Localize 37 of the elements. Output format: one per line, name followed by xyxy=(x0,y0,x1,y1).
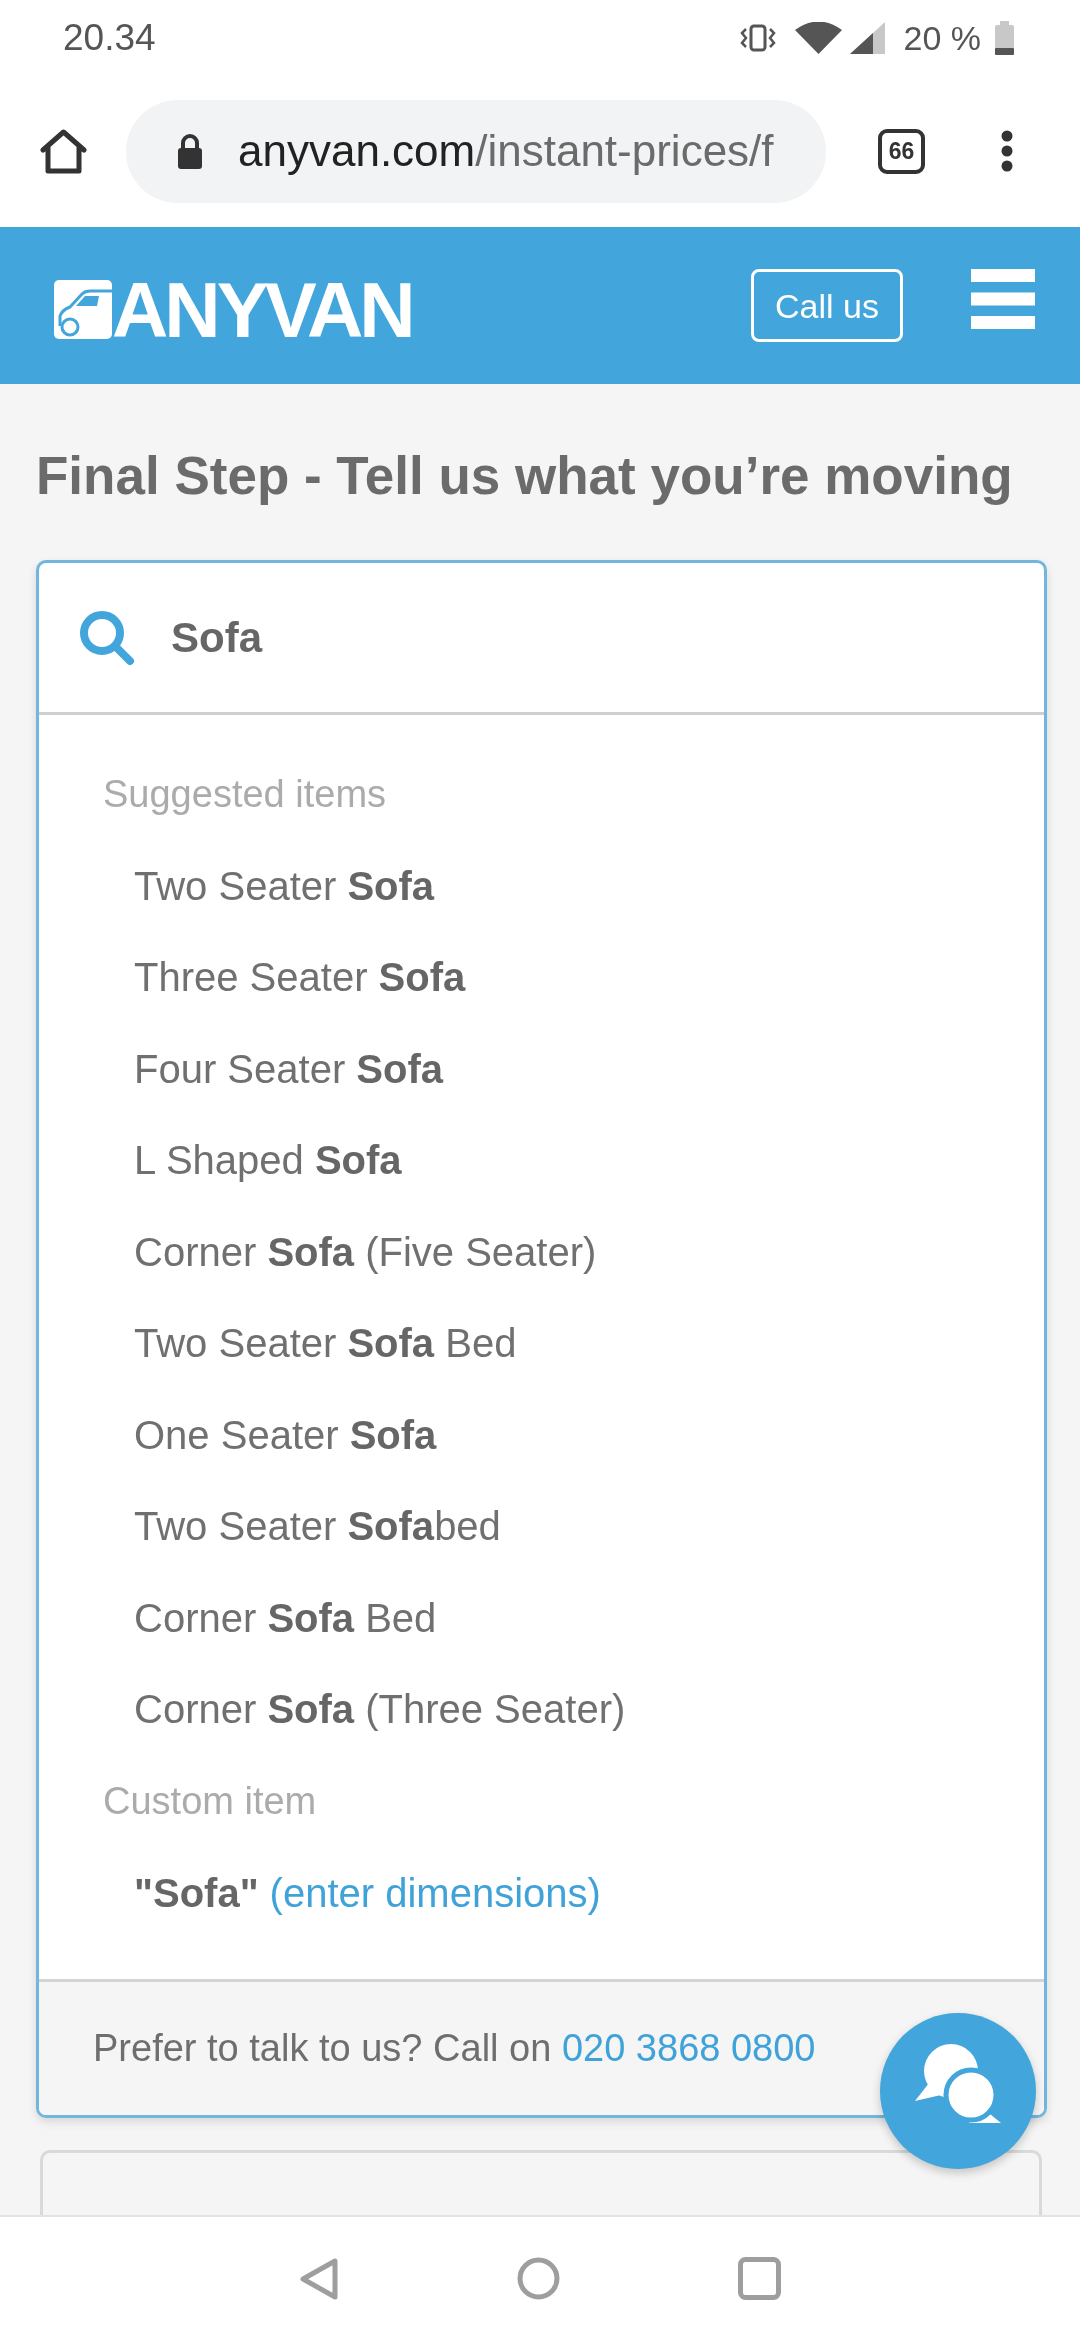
suggestion-item[interactable]: Corner Sofa Bed xyxy=(134,1572,437,1664)
custom-item-name[interactable]: "Sofa" xyxy=(134,1862,259,1923)
home-button-icon[interactable] xyxy=(517,2257,560,2300)
suggestion-item[interactable]: L Shaped Sofa xyxy=(134,1115,402,1207)
menu-icon[interactable] xyxy=(971,268,1035,329)
call-prompt: Prefer to talk to us? Call on 020 3868 0800 xyxy=(93,2025,816,2071)
suggestion-item[interactable]: Two Seater Sofa xyxy=(134,840,435,932)
tab-switcher-button[interactable]: 66 xyxy=(878,128,925,174)
signal-icon xyxy=(849,21,885,54)
search-icon xyxy=(78,608,136,667)
logo-text: ANYVAN xyxy=(112,270,412,349)
suggestion-item[interactable]: Two Seater Sofabed xyxy=(134,1481,501,1573)
recents-icon[interactable] xyxy=(738,2257,781,2300)
url-domain: anyvan.com xyxy=(238,129,476,173)
wifi-icon xyxy=(794,21,842,54)
suggestion-item[interactable]: One Seater Sofa xyxy=(134,1389,437,1481)
status-time: 20.34 xyxy=(63,19,156,56)
suggestion-item[interactable]: Corner Sofa (Five Seater) xyxy=(134,1206,597,1298)
url-path: /instant-prices/f xyxy=(475,129,774,173)
suggestion-item[interactable]: Four Seater Sofa xyxy=(134,1023,443,1115)
lock-icon xyxy=(176,133,204,169)
suggestion-item[interactable]: Three Seater Sofa xyxy=(134,932,466,1024)
suggestion-item[interactable]: Two Seater Sofa Bed xyxy=(134,1298,517,1390)
vibrate-icon xyxy=(739,23,776,52)
chat-bubbles-icon xyxy=(915,2043,1001,2123)
section-title: Custom item xyxy=(103,1778,317,1824)
suggestion-item[interactable]: Corner Sofa (Three Seater) xyxy=(134,1664,626,1756)
battery-percentage: 20 % xyxy=(903,20,981,55)
address-bar[interactable]: anyvan.com/instant-prices/f xyxy=(126,99,826,203)
battery-icon xyxy=(995,20,1014,55)
van-logo-icon xyxy=(54,280,112,339)
section-title: Suggested items xyxy=(103,772,387,817)
back-icon[interactable] xyxy=(299,2257,339,2300)
more-options-icon[interactable] xyxy=(1001,130,1013,172)
search-field[interactable]: Sofa xyxy=(171,602,1014,673)
home-icon[interactable] xyxy=(40,128,87,174)
page-heading: Final Step - Tell us what you’re moving xyxy=(36,445,1013,507)
